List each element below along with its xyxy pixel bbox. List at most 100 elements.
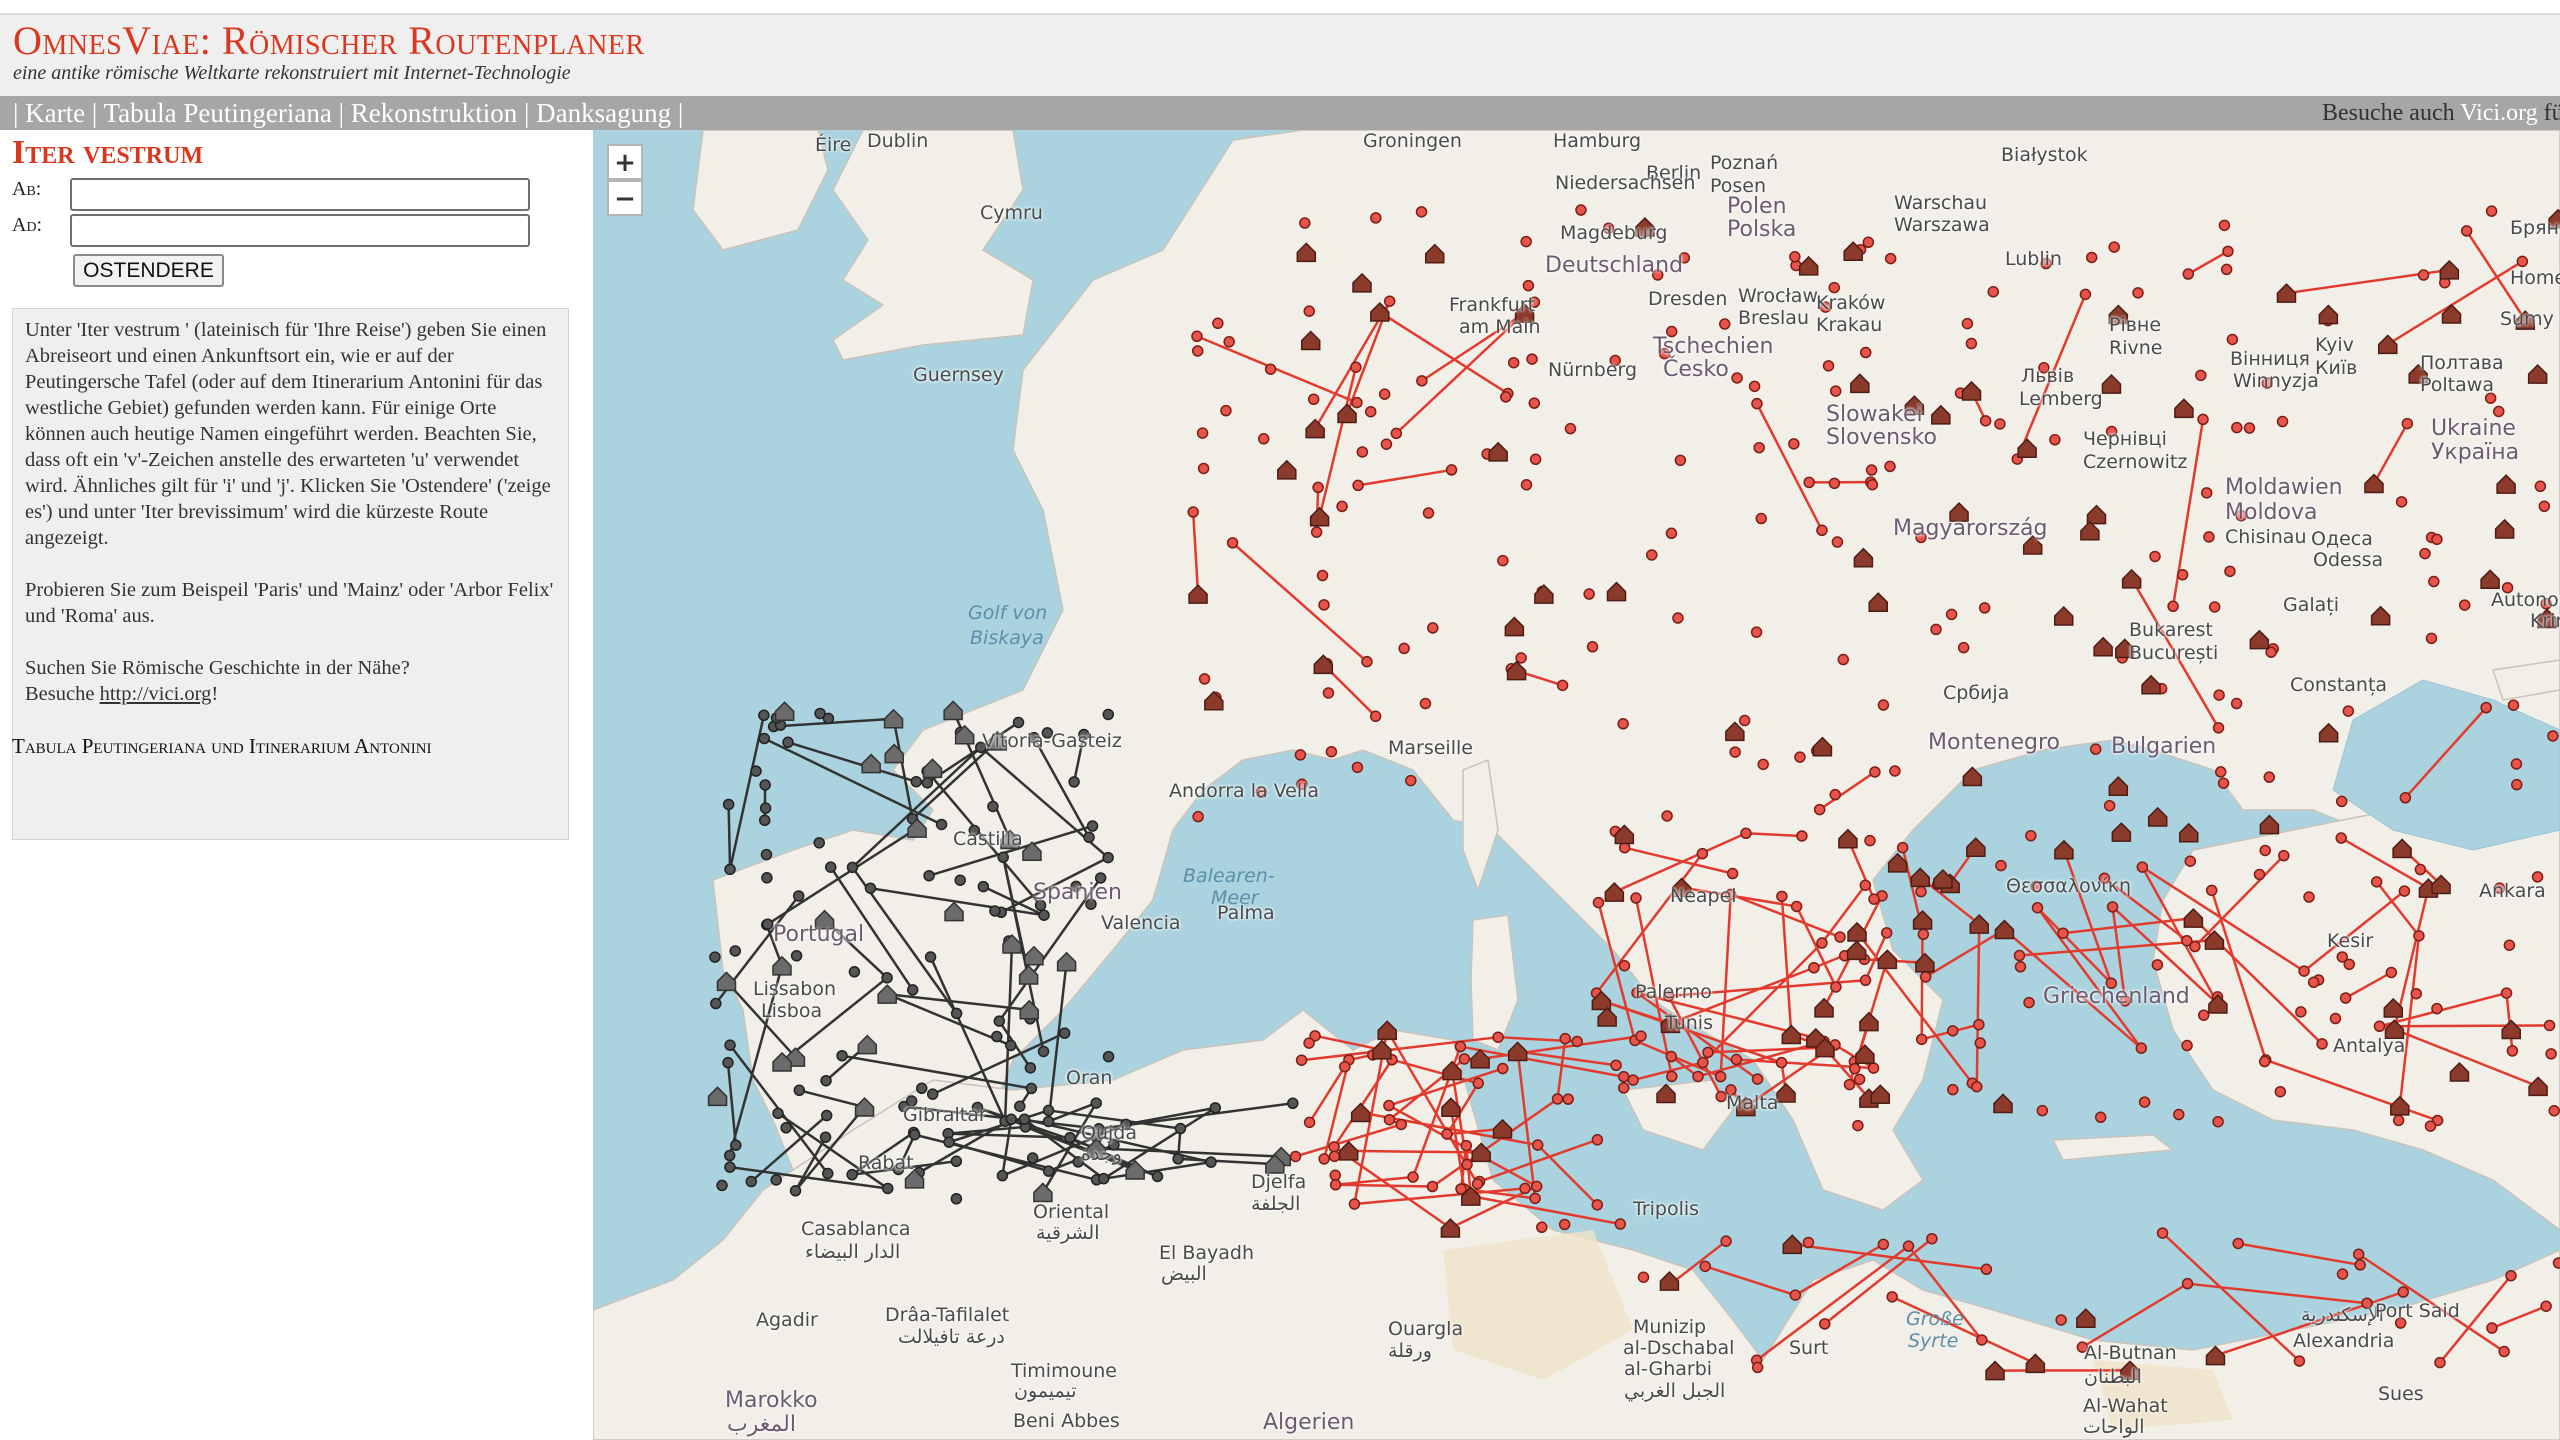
station-marker[interactable] [1352, 479, 1364, 492]
station-marker[interactable] [1617, 1082, 1630, 1094]
station-marker[interactable] [1610, 1059, 1622, 1072]
station-marker[interactable] [745, 1175, 758, 1188]
station-marker[interactable] [1005, 1113, 1017, 1126]
station-marker[interactable] [1329, 1179, 1342, 1191]
station-marker[interactable] [1816, 524, 1828, 537]
station-marker[interactable] [1661, 810, 1673, 822]
station-marker[interactable] [1536, 1221, 1548, 1234]
station-marker[interactable] [1789, 251, 1801, 263]
station-marker[interactable] [1884, 460, 1896, 473]
station-marker[interactable] [2354, 1259, 2366, 1271]
station-marker[interactable] [2222, 245, 2234, 258]
station-marker[interactable] [2243, 422, 2256, 434]
station-marker[interactable] [1395, 1118, 1407, 1131]
station-marker[interactable] [820, 1074, 832, 1087]
station-marker[interactable] [1748, 380, 1761, 393]
station-marker[interactable] [1973, 1018, 1985, 1031]
station-marker[interactable] [1329, 1169, 1341, 1182]
town-icon[interactable] [1912, 909, 1933, 930]
station-marker[interactable] [2079, 288, 2092, 301]
station-marker[interactable] [2189, 940, 2201, 953]
station-marker[interactable] [2293, 1355, 2306, 1367]
station-marker[interactable] [1328, 1150, 1341, 1163]
station-marker[interactable] [1867, 1062, 1880, 1074]
town-icon[interactable] [1507, 1041, 1528, 1062]
station-marker[interactable] [2460, 225, 2473, 237]
station-marker[interactable] [2132, 287, 2144, 299]
station-marker[interactable] [1974, 1037, 1987, 1049]
station-marker[interactable] [1058, 1027, 1071, 1039]
station-marker[interactable] [2500, 987, 2513, 999]
station-marker[interactable] [2055, 1314, 2067, 1326]
station-marker[interactable] [1328, 1141, 1340, 1153]
station-marker[interactable] [1751, 397, 1763, 410]
station-marker[interactable] [762, 918, 774, 930]
station-marker[interactable] [1987, 286, 2000, 298]
station-marker[interactable] [1976, 1334, 1988, 1346]
station-marker[interactable] [772, 1107, 784, 1120]
station-marker[interactable] [848, 966, 861, 978]
station-marker[interactable] [2203, 531, 2215, 543]
station-marker[interactable] [2213, 689, 2225, 701]
station-marker[interactable] [1829, 788, 1841, 801]
station-marker[interactable] [1564, 422, 1577, 435]
station-marker[interactable] [1445, 464, 1458, 476]
town-icon[interactable] [943, 700, 963, 721]
station-marker[interactable] [2057, 927, 2069, 939]
station-marker[interactable] [1617, 1070, 1630, 1083]
station-marker[interactable] [1837, 653, 1850, 666]
station-marker[interactable] [1896, 841, 1909, 854]
station-marker[interactable] [1172, 1153, 1184, 1165]
station-marker[interactable] [2540, 1300, 2552, 1312]
station-marker[interactable] [2298, 965, 2310, 977]
station-marker[interactable] [2181, 1277, 2194, 1290]
station-marker[interactable] [991, 1030, 1003, 1043]
station-marker[interactable] [1715, 1090, 1727, 1103]
town-icon[interactable] [1933, 868, 1953, 889]
station-marker[interactable] [2303, 891, 2315, 903]
station-marker[interactable] [2498, 1345, 2510, 1358]
station-marker[interactable] [2510, 778, 2523, 791]
station-marker[interactable] [2085, 251, 2098, 264]
station-marker[interactable] [2031, 901, 2044, 914]
station-marker[interactable] [1025, 1082, 1038, 1095]
station-marker[interactable] [2431, 533, 2443, 546]
station-marker[interactable] [1586, 641, 1599, 653]
station-marker[interactable] [1336, 500, 1348, 513]
station-marker[interactable] [1427, 622, 1439, 634]
station-marker[interactable] [2138, 1096, 2151, 1108]
station-marker[interactable] [1024, 1062, 1037, 1074]
station-marker[interactable] [2197, 1009, 2210, 1021]
station-marker[interactable] [1196, 427, 1209, 439]
station-marker[interactable] [1646, 549, 1658, 561]
town-icon[interactable] [2076, 1308, 2096, 1328]
station-marker[interactable] [790, 949, 803, 962]
station-marker[interactable] [1083, 831, 1095, 844]
station-marker[interactable] [1697, 1056, 1709, 1069]
station-marker[interactable] [1865, 464, 1878, 476]
station-marker[interactable] [954, 874, 966, 886]
station-marker[interactable] [825, 861, 837, 873]
station-marker[interactable] [2013, 949, 2026, 962]
station-marker[interactable] [1627, 1074, 1639, 1086]
town-icon[interactable] [2054, 839, 2074, 860]
station-marker[interactable] [759, 802, 772, 814]
station-marker[interactable] [1287, 1097, 1299, 1110]
station-marker[interactable] [1666, 1070, 1678, 1083]
station-marker[interactable] [822, 1167, 834, 1180]
station-marker[interactable] [1198, 673, 1211, 685]
station-marker[interactable] [1407, 1171, 1419, 1183]
town-icon[interactable] [2108, 776, 2129, 796]
station-marker[interactable] [2214, 766, 2227, 778]
station-marker[interactable] [1591, 1134, 1604, 1146]
station-marker[interactable] [1441, 1128, 1453, 1140]
station-marker[interactable] [1775, 1056, 1788, 1069]
station-marker[interactable] [1223, 336, 1235, 348]
station-marker[interactable] [2049, 434, 2061, 446]
station-marker[interactable] [836, 1049, 848, 1062]
station-marker[interactable] [2485, 205, 2498, 217]
station-marker[interactable] [882, 1182, 894, 1195]
station-marker[interactable] [1005, 1039, 1017, 1052]
station-marker[interactable] [1515, 652, 1527, 664]
station-marker[interactable] [1794, 751, 1806, 763]
